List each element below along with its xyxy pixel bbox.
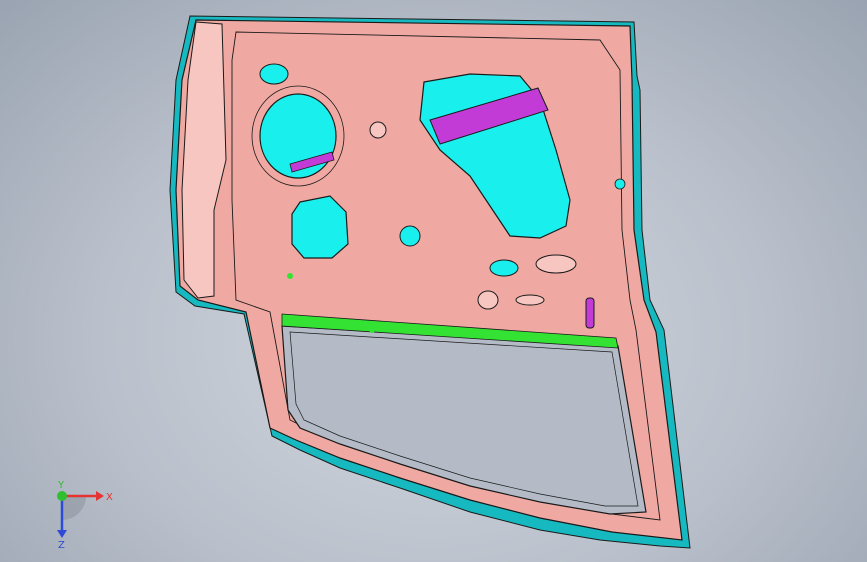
x-axis-head bbox=[96, 491, 104, 501]
mount-boss-2 bbox=[369, 121, 387, 139]
mount-boss-3 bbox=[477, 290, 499, 310]
marker-dot-3 bbox=[449, 329, 455, 335]
marker-dot-4 bbox=[527, 335, 533, 341]
cyan-tab bbox=[614, 178, 626, 190]
marker-dot-2 bbox=[369, 327, 375, 333]
access-hole-octagon bbox=[291, 195, 349, 259]
triad-quadrant bbox=[62, 496, 86, 520]
x-axis-label: X bbox=[106, 492, 113, 503]
y-axis-label: Y bbox=[57, 480, 65, 491]
slot-hole-3 bbox=[515, 294, 545, 306]
cad-viewport[interactable]: X Y Z bbox=[0, 0, 867, 562]
upper-hole bbox=[259, 63, 289, 85]
z-axis-label: Z bbox=[58, 540, 65, 548]
z-axis-head bbox=[57, 530, 67, 538]
marker-dot-1 bbox=[287, 273, 293, 279]
latch-pin bbox=[585, 297, 595, 329]
mount-boss-1 bbox=[399, 225, 421, 247]
door-panel-model[interactable] bbox=[0, 0, 867, 562]
y-axis-dot bbox=[57, 491, 67, 501]
slot-hole-1 bbox=[489, 259, 519, 277]
coordinate-triad: X Y Z bbox=[57, 480, 113, 548]
slot-hole-2 bbox=[535, 254, 577, 274]
